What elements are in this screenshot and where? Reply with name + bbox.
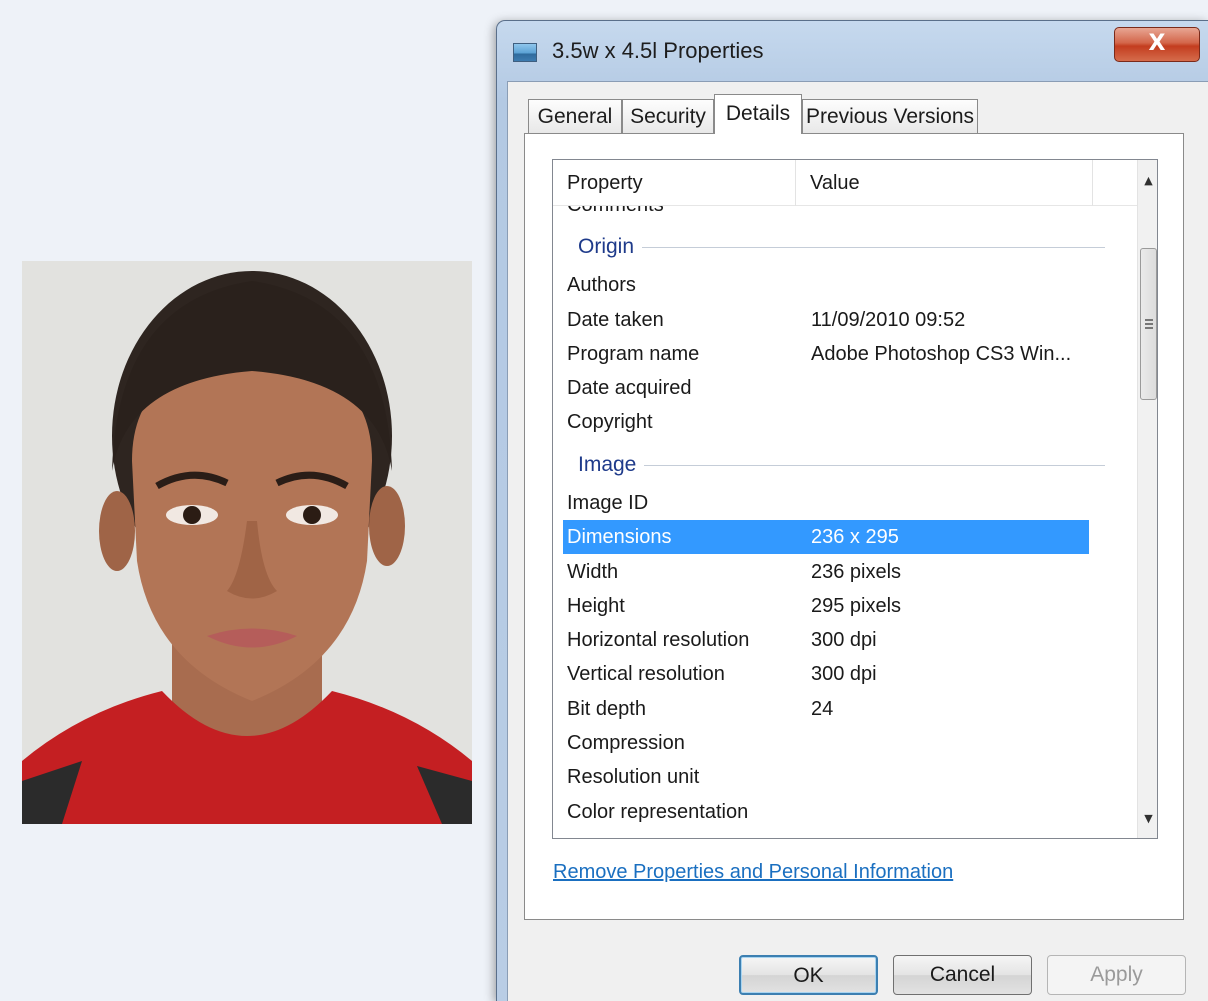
group-divider xyxy=(578,247,1105,248)
list-item-program-name[interactable]: Program name Adobe Photoshop CS3 Win... xyxy=(563,337,1089,371)
tab-details[interactable]: Details xyxy=(714,94,802,134)
list-item-date-acquired[interactable]: Date acquired xyxy=(563,371,1089,405)
window-title: 3.5w x 4.5l Properties xyxy=(552,38,764,63)
group-header-origin[interactable]: Origin xyxy=(553,230,1137,264)
close-button[interactable]: X xyxy=(1114,27,1200,62)
group-label: Origin xyxy=(578,230,643,264)
tab-general[interactable]: General xyxy=(528,99,622,133)
list-item-image-id[interactable]: Image ID xyxy=(563,486,1089,520)
list-item-color-representation[interactable]: Color representation xyxy=(563,795,1089,829)
properties-list-body: Comments Origin Authors Date taken 11/09… xyxy=(553,160,1137,838)
list-item-width[interactable]: Width 236 pixels xyxy=(563,555,1089,589)
apply-button[interactable]: Apply xyxy=(1047,955,1186,995)
scroll-up-button[interactable]: ▲ xyxy=(1138,166,1157,196)
vertical-scrollbar[interactable]: ▲ ▼ xyxy=(1137,160,1157,838)
column-header-value[interactable]: Value xyxy=(796,160,1093,206)
grip-icon xyxy=(1145,319,1153,329)
properties-dialog: 3.5w x 4.5l Properties X General Securit… xyxy=(496,20,1208,1001)
dialog-client-area: General Security Details Previous Versio… xyxy=(507,81,1208,1001)
list-item-authors[interactable]: Authors xyxy=(563,268,1089,302)
ok-button[interactable]: OK xyxy=(739,955,878,995)
details-tab-panel: Comments Origin Authors Date taken 11/09… xyxy=(524,133,1184,920)
list-item-vertical-resolution[interactable]: Vertical resolution 300 dpi xyxy=(563,657,1089,691)
properties-list[interactable]: Comments Origin Authors Date taken 11/09… xyxy=(552,159,1158,839)
image-file-icon xyxy=(513,43,537,62)
group-label: Image xyxy=(578,448,645,482)
title-bar[interactable]: 3.5w x 4.5l Properties X xyxy=(497,21,1208,83)
arrow-up-icon: ▲ xyxy=(1144,174,1153,187)
list-item-horizontal-resolution[interactable]: Horizontal resolution 300 dpi xyxy=(563,623,1089,657)
scroll-down-button[interactable]: ▼ xyxy=(1138,804,1157,834)
portrait-photo xyxy=(22,261,472,824)
list-column-header: Property Value xyxy=(553,160,1137,206)
tab-security[interactable]: Security xyxy=(622,99,714,133)
remove-properties-link[interactable]: Remove Properties and Personal Informati… xyxy=(553,861,953,884)
list-item-compression[interactable]: Compression xyxy=(563,726,1089,760)
column-header-property[interactable]: Property xyxy=(553,160,796,206)
list-item-dimensions[interactable]: Dimensions 236 x 295 xyxy=(563,520,1089,554)
group-divider xyxy=(578,465,1105,466)
arrow-down-icon: ▼ xyxy=(1144,812,1153,825)
close-icon: X xyxy=(1148,31,1166,56)
tab-previous-versions[interactable]: Previous Versions xyxy=(802,99,978,133)
list-item-bit-depth[interactable]: Bit depth 24 xyxy=(563,692,1089,726)
scrollbar-thumb[interactable] xyxy=(1140,248,1157,400)
list-item-height[interactable]: Height 295 pixels xyxy=(563,589,1089,623)
cancel-button[interactable]: Cancel xyxy=(893,955,1032,995)
list-item-copyright[interactable]: Copyright xyxy=(563,405,1089,439)
list-item-resolution-unit[interactable]: Resolution unit xyxy=(563,760,1089,794)
group-header-image[interactable]: Image xyxy=(553,448,1137,482)
list-item-date-taken[interactable]: Date taken 11/09/2010 09:52 xyxy=(563,303,1089,337)
